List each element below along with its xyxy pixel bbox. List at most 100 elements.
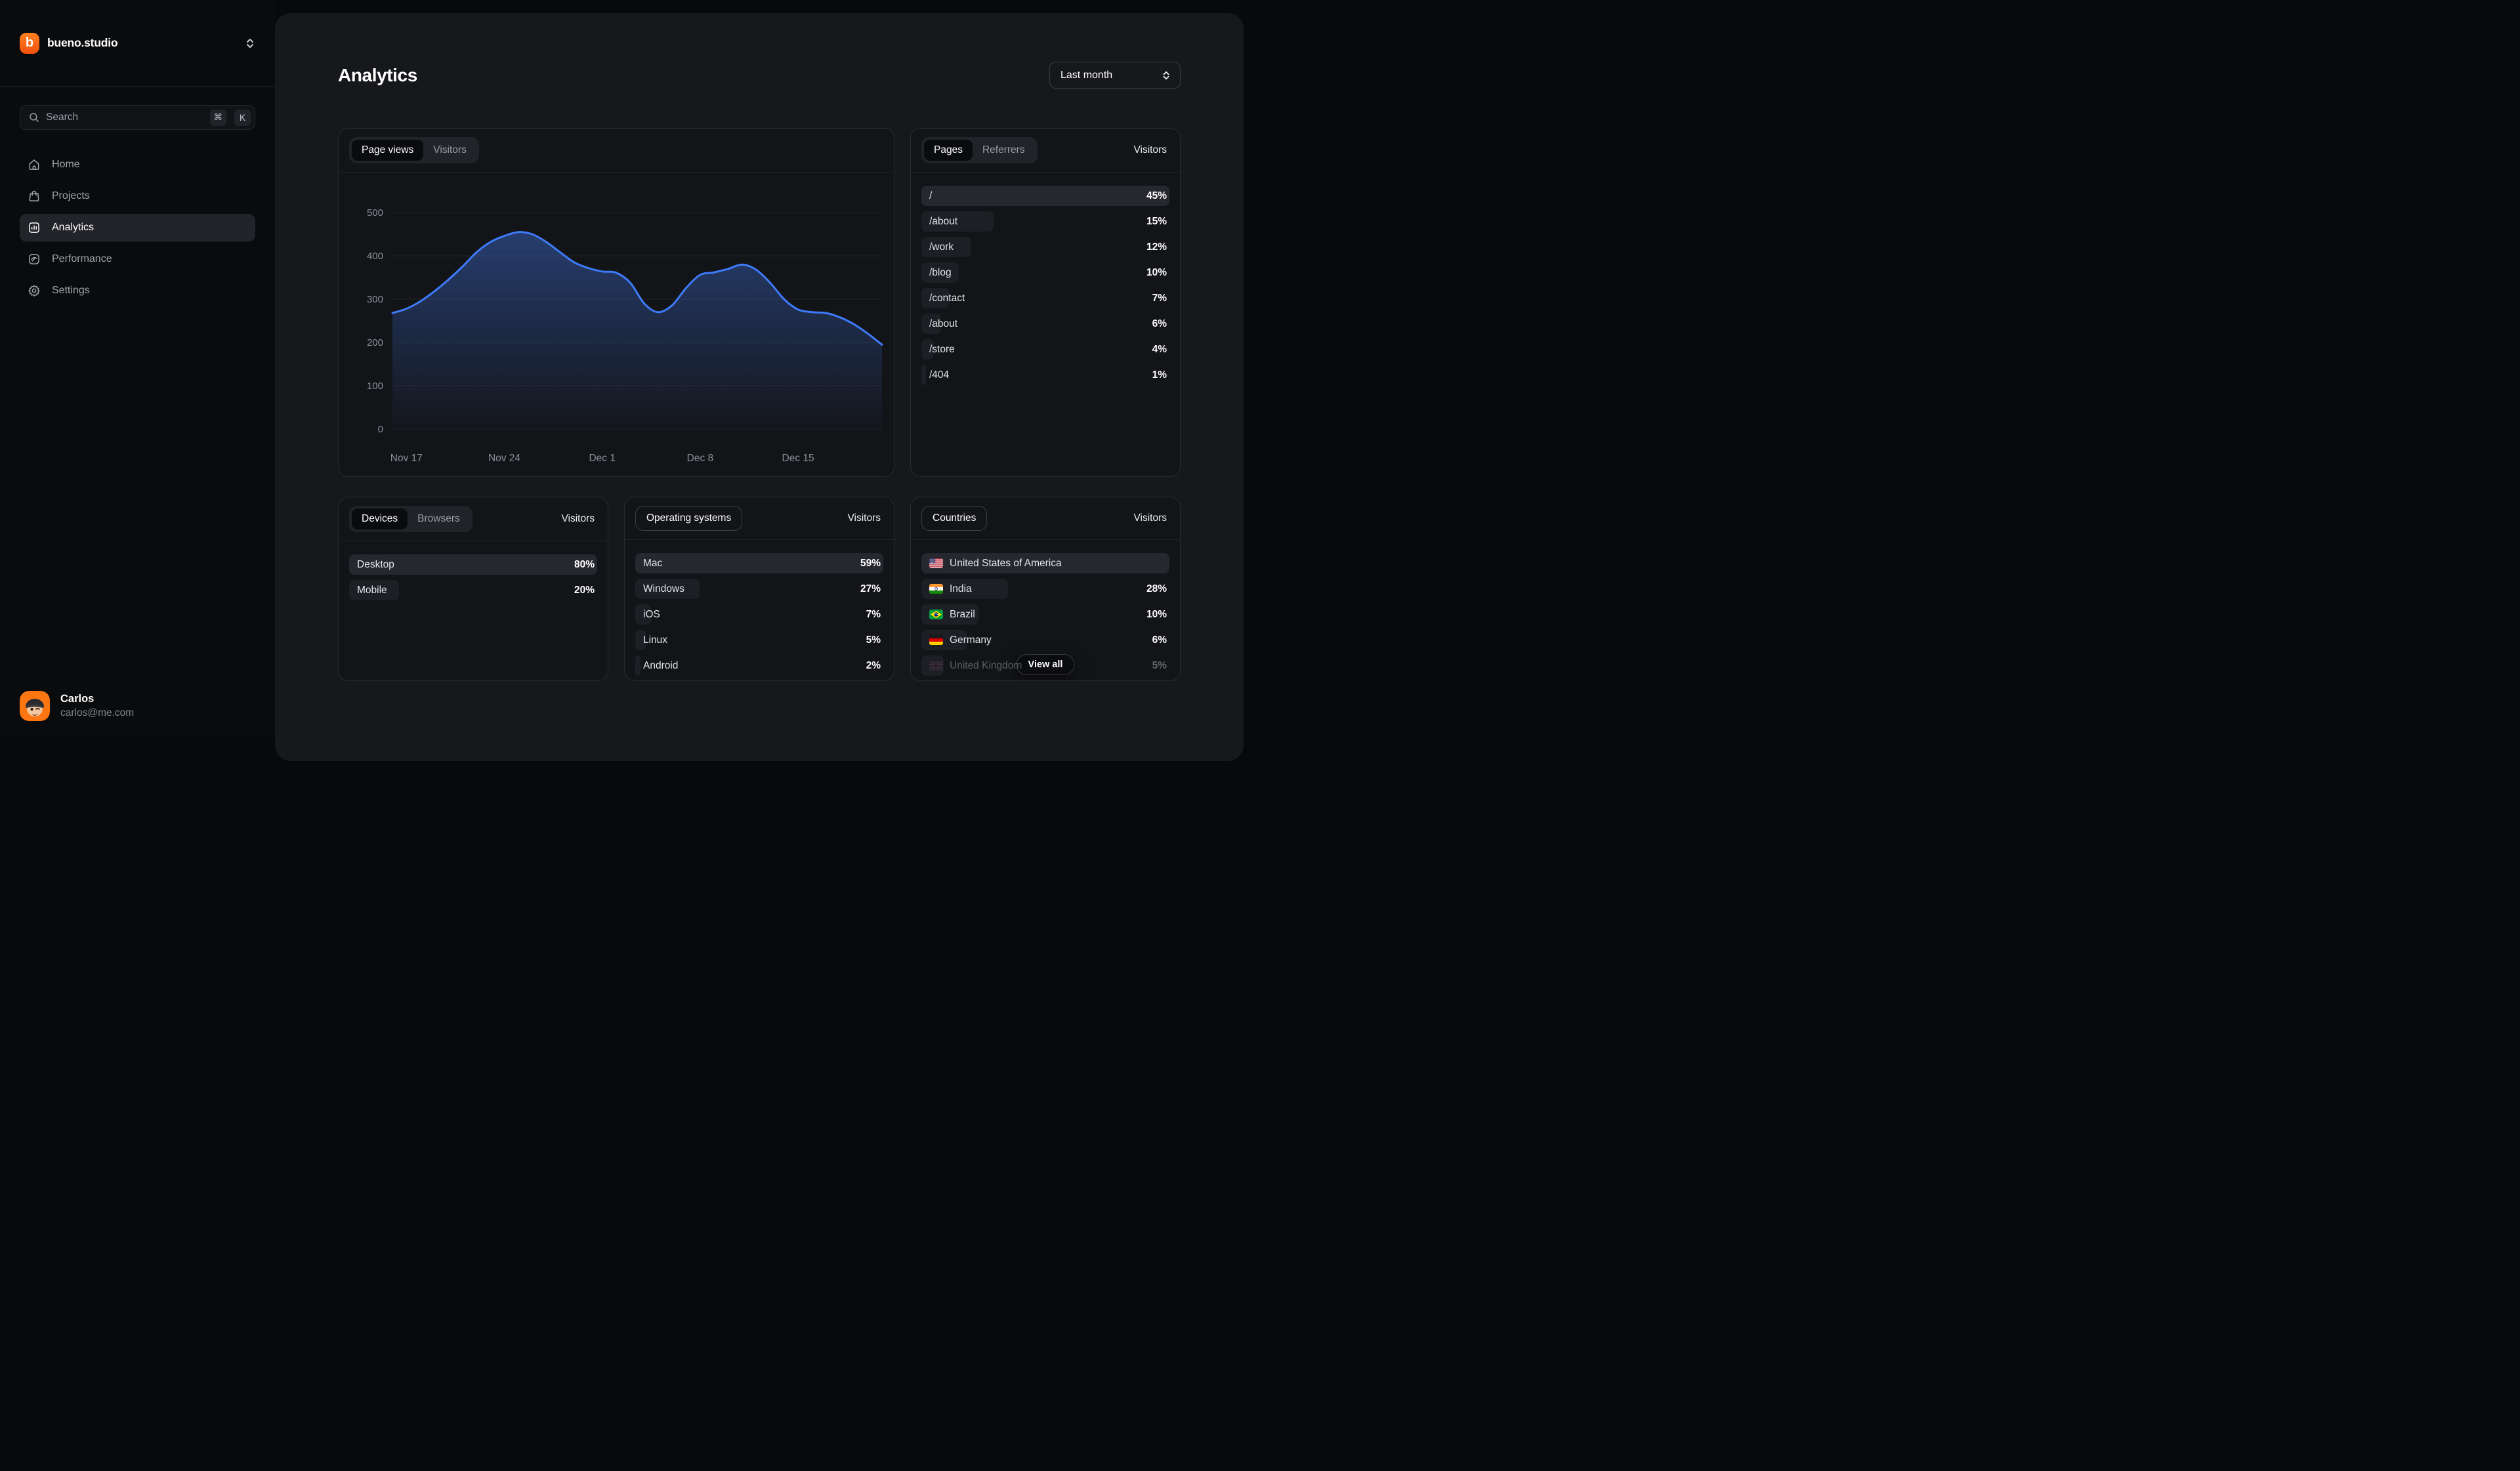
countries-card: Countries Visitors United States of Amer… <box>910 497 1181 681</box>
y-axis-label: 200 <box>367 337 383 348</box>
table-row[interactable]: /store 4% <box>921 339 1169 360</box>
sidebar-item-performance[interactable]: Performance <box>20 245 255 273</box>
table-row[interactable]: Brazil 10% <box>921 604 1169 625</box>
row-value: 20% <box>574 585 597 596</box>
search-box[interactable]: ⌘ K <box>20 105 255 130</box>
table-row[interactable]: /404 1% <box>921 365 1169 385</box>
table-row[interactable]: /contact 7% <box>921 288 1169 308</box>
table-row[interactable]: /work 12% <box>921 237 1169 257</box>
x-axis-label: Dec 1 <box>589 453 616 464</box>
row-label: /blog <box>921 267 952 279</box>
row-value: 15% <box>1146 216 1169 228</box>
country-name: United Kingdom <box>950 660 1022 672</box>
pages-list: / 45% /about 15% /work 12% /blog 10% <box>911 173 1180 385</box>
table-row[interactable]: Mobile 20% <box>349 580 597 600</box>
row-bar <box>921 186 1169 206</box>
row-bar <box>635 553 883 573</box>
date-range-select[interactable]: Last month <box>1049 62 1181 89</box>
user-email: carlos@me.com <box>60 707 134 719</box>
table-row[interactable]: /blog 10% <box>921 262 1169 283</box>
traffic-chart: 0100200300400500Nov 17Nov 24Dec 1Dec 8De… <box>339 173 894 477</box>
view-all-button[interactable]: View all <box>1017 654 1075 675</box>
projects-icon <box>28 190 41 203</box>
table-row[interactable]: Desktop 80% <box>349 554 597 575</box>
tab-pages[interactable]: Pages <box>924 140 973 161</box>
tab-browsers[interactable]: Browsers <box>408 508 470 529</box>
row-value: 7% <box>866 609 883 621</box>
brand-initial: b <box>26 35 33 51</box>
row-label: Mac <box>635 558 662 570</box>
table-row[interactable]: /about 15% <box>921 211 1169 232</box>
row-value: 5% <box>866 634 883 646</box>
table-row[interactable]: Windows 27% <box>635 579 883 599</box>
pages-card: Pages Referrers Visitors / 45% /about 15… <box>910 128 1181 477</box>
row-label: / <box>921 190 932 202</box>
tab-page-views[interactable]: Page views <box>352 140 423 161</box>
row-value: 10% <box>1146 609 1169 621</box>
date-range-value: Last month <box>1060 70 1112 81</box>
sidebar-item-projects[interactable]: Projects <box>20 182 255 210</box>
row-label: Brazil <box>921 609 975 621</box>
row-value: 10% <box>1146 267 1169 279</box>
table-row[interactable]: Germany 6% <box>921 630 1169 650</box>
row-label: /404 <box>921 369 949 381</box>
pages-column-header: Visitors <box>1133 144 1169 156</box>
sidebar-item-analytics[interactable]: Analytics <box>20 214 255 241</box>
tab-referrers[interactable]: Referrers <box>973 140 1035 161</box>
kbd-k: K <box>234 110 251 126</box>
brand-logo: b <box>20 33 39 54</box>
sidebar-item-label: Performance <box>52 253 112 265</box>
us-flag-icon <box>929 558 943 568</box>
table-row[interactable]: Android 2% <box>635 655 883 676</box>
row-value: 1% <box>1152 369 1169 381</box>
user-block[interactable]: Carlos carlos@me.com <box>20 691 134 721</box>
row-label: /about <box>921 216 957 228</box>
pages-tabs: Pages Referrers <box>921 137 1038 163</box>
row-label: Germany <box>921 634 992 646</box>
table-row[interactable]: India 28% <box>921 579 1169 599</box>
workspace-switcher-icon[interactable] <box>245 37 255 49</box>
table-row[interactable]: iOS 7% <box>635 604 883 625</box>
search-input[interactable] <box>46 112 202 123</box>
settings-icon <box>28 284 41 297</box>
y-axis-label: 0 <box>378 424 383 435</box>
chevron-updown-icon <box>1162 70 1171 81</box>
row-value: 27% <box>860 583 883 595</box>
row-label: iOS <box>635 609 660 621</box>
sidebar-item-settings[interactable]: Settings <box>20 277 255 304</box>
row-value: 7% <box>1152 293 1169 304</box>
table-row[interactable]: Linux 5% <box>635 630 883 650</box>
traffic-card: Page views Visitors 0100200300400500N <box>338 128 894 477</box>
table-row[interactable]: /about 6% <box>921 314 1169 334</box>
os-column-header: Visitors <box>847 512 883 524</box>
search-icon <box>28 112 40 123</box>
sidebar-item-label: Projects <box>52 190 90 202</box>
row-value: 45% <box>1146 190 1169 202</box>
y-axis-label: 300 <box>367 294 383 305</box>
row-value: 6% <box>1152 634 1169 646</box>
tab-devices[interactable]: Devices <box>352 508 408 529</box>
kbd-command: ⌘ <box>210 110 227 126</box>
sidebar-item-home[interactable]: Home <box>20 151 255 178</box>
table-row[interactable]: United States of America <box>921 553 1169 573</box>
de-flag-icon <box>929 635 943 645</box>
table-row[interactable]: Mac 59% <box>635 553 883 573</box>
devices-tabs: Devices Browsers <box>349 506 472 532</box>
countries-column-header: Visitors <box>1133 512 1169 524</box>
country-name: United States of America <box>950 558 1062 570</box>
page-title: Analytics <box>338 65 417 86</box>
analytics-icon <box>28 221 41 234</box>
row-label: United Kingdom <box>921 660 1022 672</box>
row-label: Desktop <box>349 559 394 571</box>
row-label: /store <box>921 344 955 356</box>
devices-card: Devices Browsers Visitors Desktop 80% Mo… <box>338 497 608 681</box>
row-label: /work <box>921 241 954 253</box>
performance-icon <box>28 253 41 266</box>
gb-flag-icon <box>929 661 943 671</box>
tab-visitors[interactable]: Visitors <box>423 140 476 161</box>
row-label: Linux <box>635 634 667 646</box>
y-axis-label: 400 <box>367 251 383 262</box>
table-row[interactable]: / 45% <box>921 186 1169 206</box>
country-name: India <box>950 583 972 595</box>
home-icon <box>28 158 41 171</box>
